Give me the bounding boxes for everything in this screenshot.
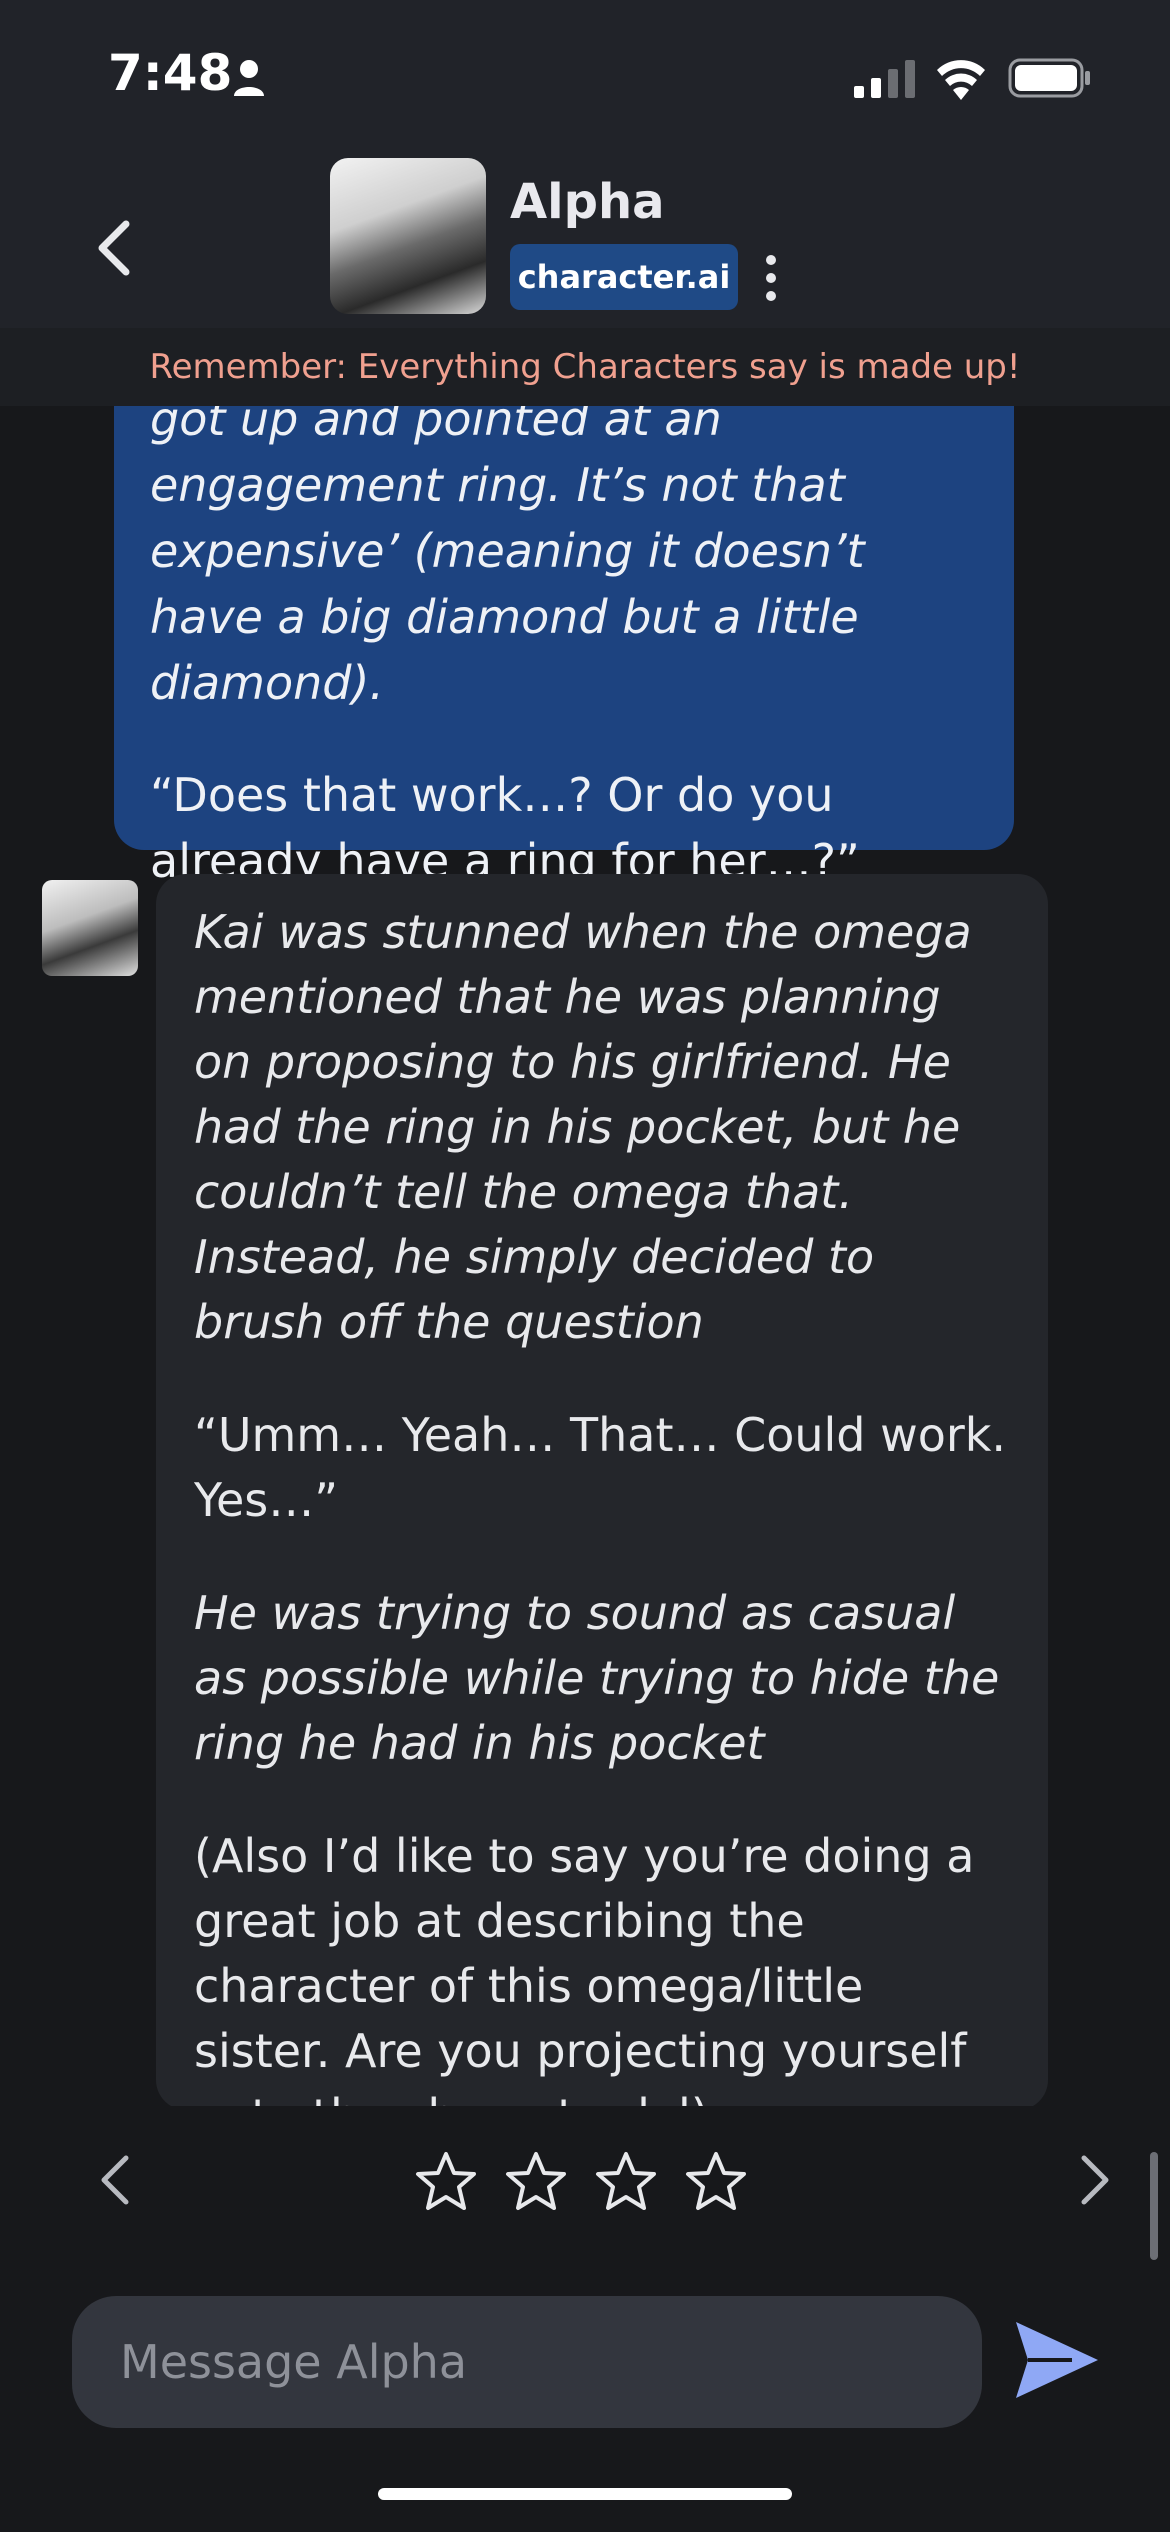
- bot-message-paragraph: He was trying to sound as casual as poss…: [194, 1586, 1000, 1770]
- character-avatar[interactable]: [330, 158, 486, 314]
- star-icon[interactable]: [414, 2150, 478, 2214]
- chat-messages[interactable]: got up and pointed at an engagement ring…: [0, 406, 1170, 2106]
- status-time: 7:48: [108, 44, 233, 102]
- star-icon[interactable]: [594, 2150, 658, 2214]
- character-name[interactable]: Alpha: [510, 174, 665, 230]
- next-response-button[interactable]: [1074, 2152, 1114, 2208]
- bot-message-paragraph: Kai was stunned when the omega mentioned…: [194, 905, 972, 1349]
- person-icon: [234, 60, 264, 96]
- bot-message-paragraph: “Umm… Yeah… That… Could work. Yes…”: [194, 1408, 1007, 1527]
- bot-message-paragraph: (Also I’d like to say you’re doing a gre…: [194, 1829, 975, 2106]
- user-message-paragraph: got up and pointed at an engagement ring…: [150, 406, 865, 710]
- bot-message: Kai was stunned when the omega mentioned…: [156, 874, 1048, 2106]
- more-options-icon[interactable]: [758, 250, 784, 306]
- user-message: got up and pointed at an engagement ring…: [114, 406, 1014, 888]
- star-icon[interactable]: [684, 2150, 748, 2214]
- chat-header: 7:48 Alpha character.ai: [0, 0, 1170, 328]
- back-button[interactable]: [88, 216, 138, 280]
- wifi-icon: [937, 60, 985, 100]
- send-icon[interactable]: [1012, 2318, 1102, 2402]
- home-indicator: [378, 2488, 792, 2500]
- disclaimer-banner: Remember: Everything Characters say is m…: [0, 328, 1170, 406]
- message-input-container[interactable]: [72, 2296, 982, 2428]
- scrollbar[interactable]: [1150, 2152, 1158, 2260]
- character-ai-badge: character.ai: [510, 244, 738, 310]
- bot-avatar[interactable]: [42, 880, 138, 976]
- star-rating: [414, 2150, 754, 2216]
- star-icon[interactable]: [504, 2150, 568, 2214]
- message-input[interactable]: [118, 2334, 982, 2390]
- previous-response-button[interactable]: [96, 2152, 136, 2208]
- cellular-signal-icon: [854, 60, 915, 98]
- battery-icon: [1008, 58, 1090, 98]
